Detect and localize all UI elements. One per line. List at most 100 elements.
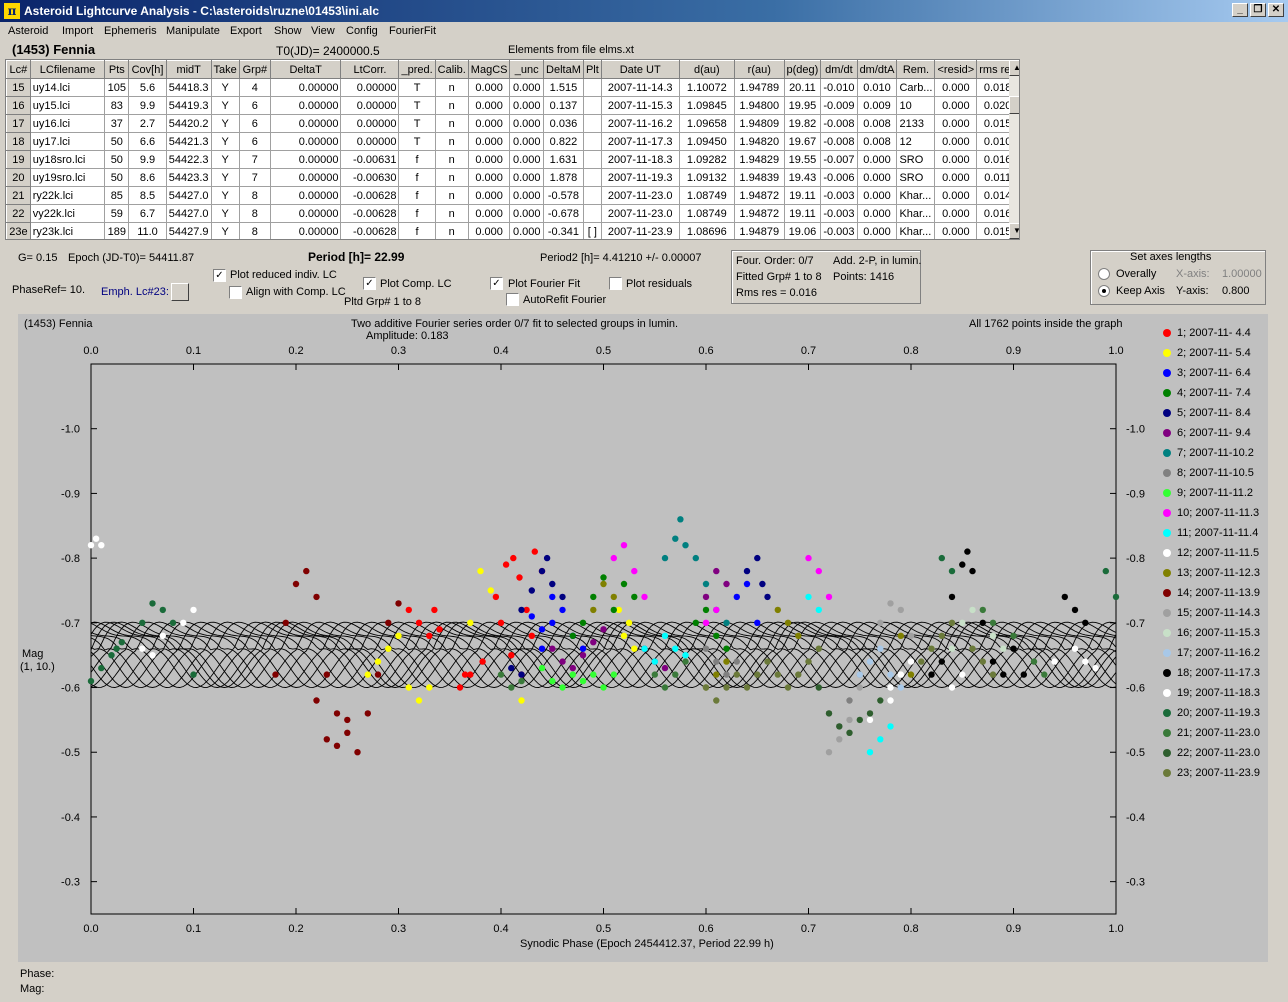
legend-marker-icon [1163, 609, 1171, 618]
legend-item: 22; 2007-11-23.0 [1163, 747, 1260, 759]
data-point [877, 697, 884, 704]
data-point [887, 723, 894, 730]
legend-label: 16; 2007-11-15.3 [1177, 627, 1260, 639]
data-point [1020, 671, 1027, 678]
y-tick-label-right: -0.7 [1126, 618, 1145, 630]
y-tick-label-right: -0.4 [1126, 812, 1145, 824]
y-tick-label-left: -0.7 [61, 618, 80, 630]
legend-label: 8; 2007-11-10.5 [1177, 467, 1254, 479]
data-point [497, 619, 505, 626]
data-point [1000, 671, 1007, 678]
legend-marker-icon [1163, 709, 1171, 718]
x-tick-label-bottom: 0.4 [493, 923, 508, 935]
y-tick-label-left: -0.3 [61, 877, 80, 889]
data-point [907, 632, 915, 639]
data-point [682, 652, 689, 659]
data-point [897, 606, 904, 614]
x-tick-label-top: 0.7 [801, 345, 816, 357]
data-point [139, 619, 146, 626]
x-tick-label-top: 0.5 [596, 345, 611, 357]
data-point [877, 645, 884, 652]
data-point [354, 749, 361, 756]
legend-item: 2; 2007-11- 5.4 [1163, 347, 1251, 359]
data-point [856, 716, 863, 724]
data-point [764, 658, 771, 665]
data-point [426, 684, 433, 691]
legend-item: 12; 2007-11-11.5 [1163, 547, 1259, 559]
legend-label: 4; 2007-11- 7.4 [1177, 387, 1251, 399]
legend-label: 22; 2007-11-23.0 [1177, 747, 1260, 759]
data-point [866, 658, 874, 665]
data-point [774, 671, 781, 678]
data-point [303, 567, 310, 575]
legend-label: 20; 2007-11-19.3 [1177, 707, 1260, 719]
data-point [702, 593, 710, 601]
x-tick-label-top: 0.4 [493, 345, 508, 357]
data-point [702, 606, 710, 614]
legend-item: 6; 2007-11- 9.4 [1163, 427, 1251, 439]
legend-label: 6; 2007-11- 9.4 [1177, 427, 1251, 439]
data-point [846, 716, 853, 724]
data-point [518, 671, 525, 678]
legend-marker-icon [1163, 629, 1171, 638]
legend-item: 16; 2007-11-15.3 [1163, 627, 1260, 639]
data-point [344, 729, 351, 736]
data-point [979, 619, 986, 626]
data-point [815, 567, 822, 575]
legend-marker-icon [1163, 589, 1171, 598]
data-point [938, 658, 945, 665]
legend-marker-icon [1163, 569, 1171, 578]
legend-marker-icon [1163, 749, 1171, 758]
data-point [989, 658, 997, 665]
data-point [856, 671, 863, 678]
x-tick-label-bottom: 0.6 [698, 923, 713, 935]
data-point [610, 593, 617, 601]
data-point [702, 580, 710, 588]
legend-label: 21; 2007-11-23.0 [1177, 727, 1260, 739]
data-point [395, 600, 402, 607]
legend-label: 7; 2007-11-10.2 [1177, 447, 1254, 459]
data-point [436, 626, 443, 633]
data-point [866, 716, 874, 724]
x-tick-label-bottom: 0.2 [288, 923, 303, 935]
data-point [948, 567, 956, 575]
data-point [518, 697, 525, 704]
data-point [805, 593, 812, 601]
data-point [590, 639, 597, 646]
data-point [87, 542, 95, 549]
data-point [948, 619, 956, 626]
data-point [661, 632, 669, 639]
data-point [754, 619, 761, 626]
data-point [1041, 671, 1048, 678]
data-point [631, 645, 638, 652]
data-point [479, 658, 486, 665]
data-point [508, 684, 515, 691]
lightcurve-chart[interactable]: 0.0 0.0 0.1 0.1 0.2 0.2 0.3 0.3 0.4 0.4 0.5 0.5 0.6 0… [0, 0, 1288, 1002]
legend-label: 13; 2007-11-12.3 [1177, 567, 1260, 579]
legend-item: 15; 2007-11-14.3 [1163, 607, 1260, 619]
legend-item: 20; 2007-11-19.3 [1163, 707, 1260, 719]
y-tick-label-left: -0.4 [61, 812, 80, 824]
x-tick-label-top: 0.9 [1006, 345, 1021, 357]
data-point [169, 619, 177, 626]
data-point [836, 723, 843, 730]
data-point [108, 652, 115, 659]
data-point [610, 671, 617, 678]
x-tick-label-top: 0.3 [391, 345, 406, 357]
data-point [743, 684, 751, 691]
data-point [538, 645, 546, 652]
x-tick-label-bottom: 0.9 [1006, 923, 1021, 935]
data-point [456, 684, 464, 691]
x-tick-label-bottom: 0.0 [83, 923, 98, 935]
data-point [825, 710, 833, 717]
legend-marker-icon [1163, 389, 1171, 398]
data-point [569, 664, 576, 672]
data-point [579, 645, 587, 652]
data-point [723, 645, 730, 652]
legend-marker-icon [1163, 349, 1171, 358]
data-point [510, 554, 517, 562]
data-point [477, 567, 484, 575]
data-point [969, 645, 976, 652]
data-point [877, 619, 884, 626]
data-point [528, 613, 535, 620]
